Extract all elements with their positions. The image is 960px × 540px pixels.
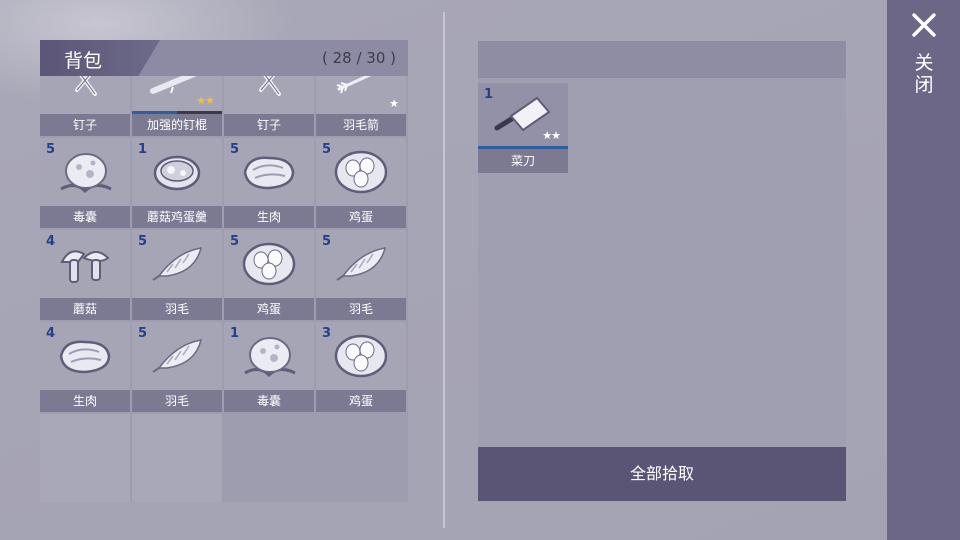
item-name: 菜刀 (478, 149, 568, 173)
close-label: 关闭 (914, 52, 934, 96)
inventory-slot[interactable]: 5 羽毛 (132, 230, 222, 320)
item-quantity: 5 (230, 142, 240, 157)
item-name: 加强的钉棍 (132, 114, 222, 136)
item-quantity: 5 (46, 142, 56, 157)
item-quantity: 5 (322, 142, 332, 157)
inventory-slot[interactable]: 3 鸡蛋 (316, 322, 406, 412)
item-name: 钉子 (40, 114, 130, 136)
item-name: 蘑菇 (40, 298, 130, 320)
item-rarity-stars: ★★ (196, 94, 215, 107)
item-rarity-stars: ★★ (542, 129, 561, 142)
item-name: 羽毛 (316, 298, 406, 320)
inventory-slot[interactable]: 5 羽毛 (316, 230, 406, 320)
item-name: 羽毛箭 (316, 114, 406, 136)
inventory-slot[interactable]: 钉子 (224, 76, 314, 136)
item-quantity: 5 (138, 326, 148, 341)
panel-divider (443, 12, 445, 528)
item-name: 生肉 (40, 390, 130, 412)
inventory-slot[interactable]: 5 鸡蛋 (316, 138, 406, 228)
item-name: 鸡蛋 (224, 298, 314, 320)
backpack-capacity: ( 28 / 30 ) (321, 49, 396, 67)
inventory-slot[interactable]: ★★ 加强的钉棍 (132, 76, 222, 136)
inventory-slot[interactable]: 4 蘑菇 (40, 230, 130, 320)
item-name: 蘑菇鸡蛋羹 (132, 206, 222, 228)
item-name: 羽毛 (132, 390, 222, 412)
empty-inventory-slot[interactable] (40, 414, 130, 502)
backpack-grid[interactable]: 钉子 ★★ 加强的钉棍 钉子 ★ 羽毛箭 5 毒囊 1 蘑菇鸡蛋羹 5 生肉 5 鸡蛋 4 蘑菇 5 羽毛 5 鸡蛋 5… (40, 76, 408, 502)
item-quantity: 4 (46, 234, 56, 249)
backpack-panel: 背包 ( 28 / 30 ) 钉子 ★★ 加强的钉棍 钉子 ★ 羽毛箭 5 毒囊 1 蘑菇鸡蛋羹 5… (40, 40, 408, 502)
inventory-slot[interactable]: ★ 羽毛箭 (316, 76, 406, 136)
item-name: 毒囊 (40, 206, 130, 228)
inventory-slot[interactable]: 5 毒囊 (40, 138, 130, 228)
nail-icon (224, 76, 314, 114)
item-name: 生肉 (224, 206, 314, 228)
item-name: 鸡蛋 (316, 390, 406, 412)
item-name: 钉子 (224, 114, 314, 136)
item-quantity: 4 (46, 326, 56, 341)
close-icon[interactable] (911, 12, 937, 38)
item-quantity: 5 (322, 234, 332, 249)
inventory-slot[interactable]: 5 鸡蛋 (224, 230, 314, 320)
item-name: 羽毛 (132, 298, 222, 320)
inventory-slot[interactable]: 1 毒囊 (224, 322, 314, 412)
item-quantity: 5 (138, 234, 148, 249)
take-all-button[interactable]: 全部拾取 (478, 447, 846, 501)
inventory-slot[interactable]: 4 生肉 (40, 322, 130, 412)
item-quantity: 1 (138, 142, 148, 157)
backpack-title-tab: 背包 (40, 40, 160, 76)
loot-panel: 1 ★★ 菜刀 全部拾取 (478, 41, 846, 501)
loot-slot[interactable]: 1 ★★ 菜刀 (478, 83, 568, 173)
item-rarity-stars: ★ (389, 97, 399, 110)
inventory-slot[interactable]: 5 羽毛 (132, 322, 222, 412)
inventory-slot[interactable]: 钉子 (40, 76, 130, 136)
empty-inventory-slot[interactable] (132, 414, 222, 502)
loot-header (478, 41, 846, 78)
item-name: 鸡蛋 (316, 206, 406, 228)
inventory-slot[interactable]: 5 生肉 (224, 138, 314, 228)
backpack-header: 背包 ( 28 / 30 ) (40, 40, 408, 76)
inventory-slot[interactable]: 1 蘑菇鸡蛋羹 (132, 138, 222, 228)
item-name: 毒囊 (224, 390, 314, 412)
item-quantity: 1 (230, 326, 240, 341)
backpack-title: 背包 (64, 50, 103, 72)
item-quantity: 5 (230, 234, 240, 249)
item-quantity: 3 (322, 326, 332, 341)
close-button[interactable]: 关闭 (887, 0, 960, 540)
item-quantity: 1 (484, 87, 494, 102)
nail-icon (40, 76, 130, 114)
